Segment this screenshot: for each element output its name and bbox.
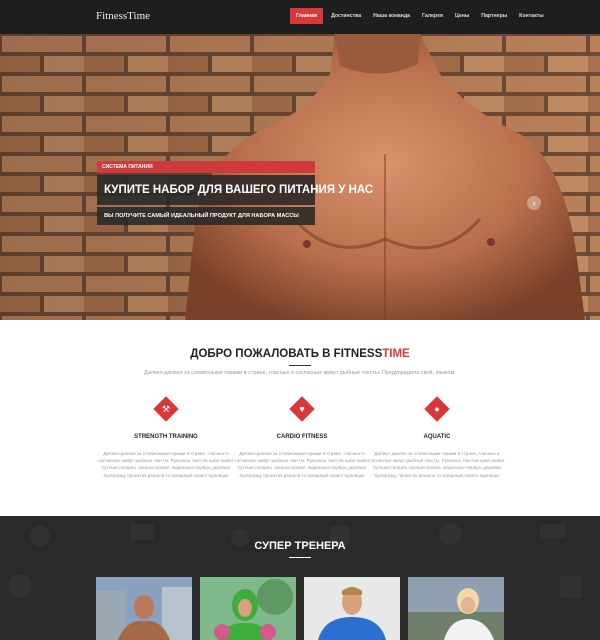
nav-partners[interactable]: Партнеры: [475, 8, 513, 24]
feature-strength: ⚒ STRENGTH TRAINING Далеко-далеко за сло…: [91, 396, 241, 479]
hero-slider: СИСТЕМА ПИТАНИЯ КУПИТЕ НАБОР ДЛЯ ВАШЕГО …: [0, 34, 600, 320]
site-logo[interactable]: FitnessTime: [96, 10, 150, 22]
nav-team[interactable]: Наша команда: [367, 8, 416, 24]
feature-aquatic: ● AQUATIC Далеко-далеко за словесными го…: [362, 396, 512, 479]
dumbbell-icon: ⚒: [153, 396, 179, 422]
welcome-title-accent: TIME: [382, 348, 410, 360]
trainers-title: СУПЕР ТРЕНЕРА: [254, 540, 346, 552]
feature-text: Далеко-далеко за словесными горами в стр…: [369, 451, 505, 478]
main-nav: Главная Достинства Наша команда Галерея …: [290, 8, 550, 24]
welcome-title: ДОБРО ПОЖАЛОВАТЬ В FITNESSTIME: [0, 348, 600, 360]
nav-gallery[interactable]: Галерея: [416, 8, 449, 24]
title-divider: [289, 557, 311, 558]
background-pattern: [8, 523, 582, 598]
feature-title: CARDIO FITNESS: [276, 434, 328, 440]
site-header: FitnessTime Главная Достинства Наша кома…: [0, 0, 600, 34]
feature-title: STRENGTH TRAINING: [134, 434, 198, 440]
trainer-photo[interactable]: [408, 577, 504, 640]
nav-advantages[interactable]: Достинства: [325, 8, 367, 24]
nav-prices[interactable]: Цены: [449, 8, 475, 24]
hero-tag: СИСТЕМА ПИТАНИЯ: [97, 161, 315, 173]
nav-home[interactable]: Главная: [290, 8, 324, 24]
water-drop-icon: ●: [424, 396, 450, 422]
hero-title: КУПИТЕ НАБОР ДЛЯ ВАШЕГО ПИТАНИЯ У НАС: [97, 175, 373, 205]
title-divider: [289, 365, 311, 366]
trainer-photo[interactable]: [304, 577, 400, 640]
trainers-section: СУПЕР ТРЕНЕРА: [0, 516, 600, 640]
welcome-intro: Далеко-далеко за словесными горами в стр…: [144, 370, 456, 376]
feature-text: Далеко-далеко за словесными горами в стр…: [98, 451, 234, 478]
trainer-photo[interactable]: [200, 577, 296, 640]
welcome-section: ДОБРО ПОЖАЛОВАТЬ В FITNESSTIME Далеко-да…: [0, 320, 600, 516]
heart-icon: ♥: [289, 396, 315, 422]
feature-title: AQUATIC: [423, 434, 451, 440]
feature-cardio: ♥ CARDIO FITNESS Далеко-далеко за словес…: [227, 396, 377, 479]
feature-text: Далеко-далеко за словесными горами в стр…: [234, 451, 370, 478]
welcome-title-main: ДОБРО ПОЖАЛОВАТЬ В FITNESS: [190, 348, 383, 360]
trainer-photo[interactable]: [96, 577, 192, 640]
nav-contacts[interactable]: Контакты: [513, 8, 549, 24]
chevron-right-icon[interactable]: ›: [527, 196, 541, 210]
hero-subtitle: ВЫ ПОЛУЧИТЕ САМЫЙ ИДЕАЛЬНЫЙ ПРОДУКТ ДЛЯ …: [97, 207, 315, 225]
